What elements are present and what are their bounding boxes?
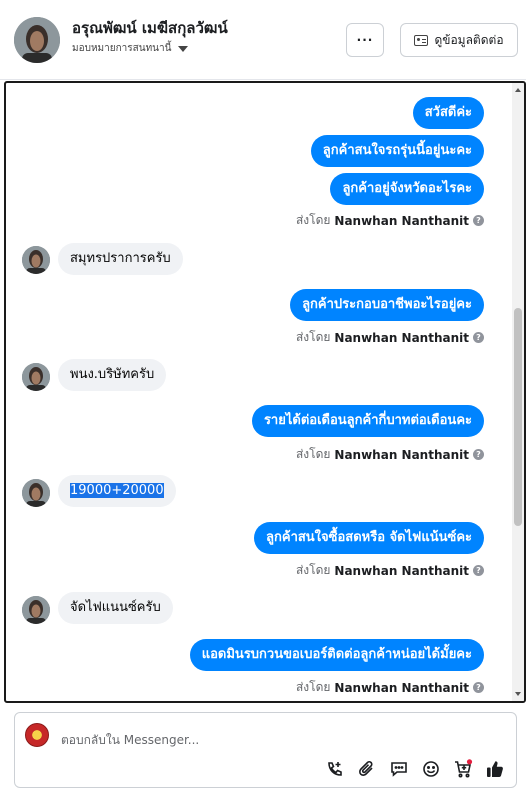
info-icon[interactable]: ? bbox=[473, 215, 484, 226]
saved-replies-icon[interactable] bbox=[389, 759, 409, 779]
sent-by-label: ส่งโดย Nanwhan Nanthanit ? bbox=[296, 445, 484, 464]
sent-by-label: ส่งโดย Nanwhan Nanthanit ? bbox=[296, 561, 484, 580]
contact-avatar[interactable] bbox=[14, 17, 60, 63]
message-bubble-outgoing[interactable]: สวัสดีค่ะ bbox=[412, 97, 484, 129]
more-options-button[interactable]: ··· bbox=[346, 23, 384, 57]
emoji-icon[interactable] bbox=[421, 759, 441, 779]
scrollbar-thumb[interactable] bbox=[514, 308, 522, 526]
contact-avatar-small bbox=[22, 479, 50, 507]
caret-down-icon bbox=[178, 45, 189, 52]
assign-conversation-dropdown[interactable]: มอบหมายการสนทนานี้ bbox=[72, 41, 189, 56]
contact-name: อรุณพัฒน์ เมฆีสกุลวัฒน์ bbox=[72, 19, 228, 37]
message-thread[interactable]: สวัสดีค่ะ ลูกค้าสนใจรถรุ่นนี้อยู่นะคะ ลู… bbox=[4, 81, 526, 703]
message-bubble-incoming[interactable]: พนง.บริษัทครับ bbox=[58, 359, 167, 391]
message-bubble-outgoing[interactable]: ลูกค้าประกอบอาชีพอะไรอยู่คะ bbox=[290, 289, 484, 321]
info-icon[interactable]: ? bbox=[473, 449, 484, 460]
attachment-icon[interactable] bbox=[357, 759, 377, 779]
contact-avatar-small bbox=[22, 596, 50, 624]
message-bubble-incoming[interactable]: 19000+20000 bbox=[58, 475, 176, 507]
like-icon[interactable] bbox=[485, 759, 505, 779]
view-contact-info-label: ดูข้อมูลติดต่อ bbox=[434, 32, 504, 47]
sent-by-label: ส่งโดย Nanwhan Nanthanit ? bbox=[296, 328, 484, 347]
info-icon[interactable]: ? bbox=[473, 332, 484, 343]
reply-input[interactable]: ตอบกลับใน Messenger... bbox=[61, 731, 199, 750]
info-icon[interactable]: ? bbox=[473, 682, 484, 693]
message-bubble-outgoing[interactable]: ลูกค้าสนใจรถรุ่นนี้อยู่นะคะ bbox=[310, 135, 484, 167]
message-bubble-outgoing[interactable]: ลูกค้าอยู่จังหวัดอะไรคะ bbox=[330, 173, 484, 205]
contact-avatar-small bbox=[22, 363, 50, 391]
assign-label: มอบหมายการสนทนานี้ bbox=[72, 43, 172, 54]
sent-by-label: ส่งโดย Nanwhan Nanthanit ? bbox=[296, 678, 484, 697]
reply-composer[interactable]: ตอบกลับใน Messenger... bbox=[14, 712, 517, 788]
view-contact-info-button[interactable]: ดูข้อมูลติดต่อ bbox=[400, 23, 518, 57]
cart-icon[interactable] bbox=[453, 759, 473, 779]
message-bubble-outgoing[interactable]: ลูกค้าสนใจซื้อสดหรือ จัดไฟแน้นซ์คะ bbox=[254, 522, 484, 554]
message-bubble-incoming[interactable]: จัดไฟแนนซ์ครับ bbox=[58, 592, 173, 624]
message-bubble-outgoing[interactable]: รายได้ต่อเดือนลูกค้ากี่บาทต่อเดือนคะ bbox=[251, 405, 484, 437]
selected-text[interactable]: 19000+20000 bbox=[70, 483, 164, 498]
message-bubble-incoming[interactable]: สมุทรปราการครับ bbox=[58, 243, 183, 275]
thread-scrollbar[interactable] bbox=[512, 83, 524, 701]
call-add-icon[interactable] bbox=[325, 759, 345, 779]
page-profile-icon bbox=[25, 723, 49, 747]
scroll-up-arrow-icon[interactable] bbox=[515, 88, 521, 92]
info-icon[interactable]: ? bbox=[473, 565, 484, 576]
contact-avatar-small bbox=[22, 246, 50, 274]
conversation-header: อรุณพัฒน์ เมฆีสกุลวัฒน์ มอบหมายการสนทนาน… bbox=[0, 0, 526, 80]
scroll-down-arrow-icon[interactable] bbox=[515, 692, 521, 696]
message-bubble-outgoing[interactable]: แอดมินรบกวนขอเบอร์ติดต่อลูกค้าหน่อยได้มั… bbox=[189, 639, 484, 671]
contact-card-icon bbox=[414, 34, 429, 46]
sent-by-label: ส่งโดย Nanwhan Nanthanit ? bbox=[296, 211, 484, 230]
